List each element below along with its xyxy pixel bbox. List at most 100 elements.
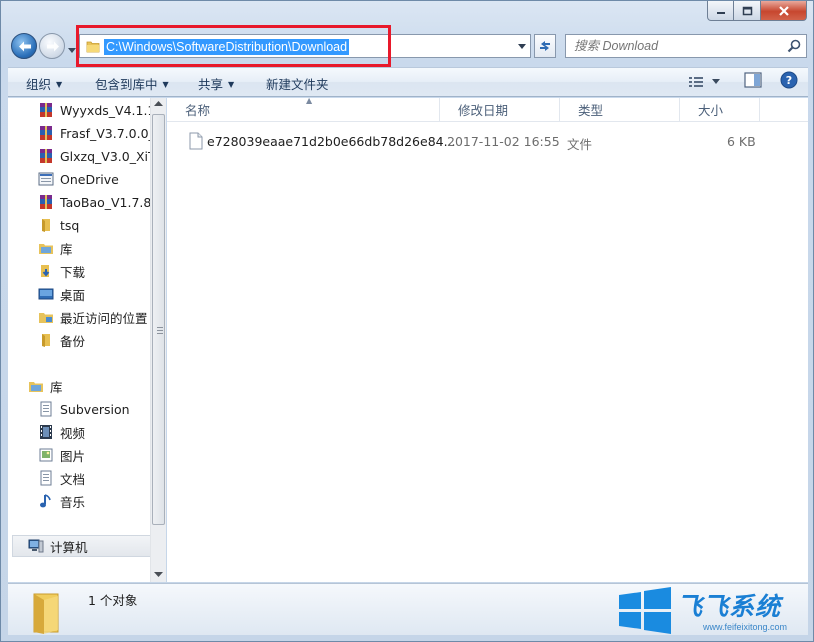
nav-item-label: tsq [60, 217, 80, 233]
minimize-icon [716, 11, 725, 14]
item-count: 1 个对象 [88, 593, 138, 608]
winrar-archive-icon [40, 195, 52, 209]
nav-item-videos[interactable]: 视频 [38, 422, 150, 442]
share-label: 共享 [198, 77, 224, 92]
watermark-url: www.feifeixitong.com [703, 622, 788, 632]
organize-menu[interactable]: 组织 ▼ [26, 74, 62, 93]
nav-item-music[interactable]: 音乐 [38, 491, 150, 511]
maximize-icon [742, 6, 752, 15]
folder-icon [33, 593, 59, 634]
nav-item-label: Frasf_V3.7.0.0_X [60, 125, 150, 141]
nav-item-label: Glxzq_V3.0_XiTo [60, 148, 150, 164]
window-controls [707, 1, 807, 21]
chevron-down-icon [712, 79, 720, 84]
change-view-button[interactable] [688, 75, 720, 89]
nav-item-desktop[interactable]: 桌面 [38, 284, 150, 304]
help-button[interactable]: ? [780, 71, 798, 92]
back-arrow-icon [19, 41, 31, 52]
chevron-down-icon [518, 43, 526, 49]
nav-group-label: 库 [50, 379, 63, 395]
view-controls: ? [688, 71, 798, 92]
explorer-window: C:\Windows\SoftwareDistribution\Download… [0, 0, 814, 642]
column-headers: 名称 ▲ 修改日期 类型 大小 [167, 96, 808, 122]
forward-button[interactable] [39, 33, 65, 59]
nav-item-pictures[interactable]: 图片 [38, 445, 150, 465]
chevron-down-icon: ▼ [228, 80, 235, 89]
nav-item-label: Subversion [60, 401, 130, 417]
column-header-type[interactable]: 类型 [560, 98, 680, 122]
picture-library-icon [39, 448, 53, 462]
include-in-library-menu[interactable]: 包含到库中 ▼ [95, 74, 169, 93]
winrar-archive-icon [40, 149, 52, 163]
preview-pane-button[interactable] [744, 72, 762, 91]
scroll-down-arrow-icon[interactable] [154, 572, 163, 578]
search-box[interactable] [565, 34, 807, 58]
recent-pages-dropdown[interactable] [68, 43, 76, 57]
nav-group-libraries[interactable]: 库 [28, 376, 140, 396]
file-icon [189, 132, 203, 150]
nav-item-label: 最近访问的位置 [60, 310, 148, 326]
nav-group-computer[interactable]: 计算机 [28, 536, 140, 556]
close-icon [778, 5, 789, 16]
nav-item-downloads[interactable]: 下载 [38, 261, 150, 281]
nav-item-label: 库 [60, 241, 73, 257]
command-bar: 组织 ▼ 包含到库中 ▼ 共享 ▼ 新建文件夹 ? [8, 67, 808, 97]
desktop-icon [38, 288, 54, 300]
nav-item-backup[interactable]: 备份 [38, 330, 150, 350]
share-menu[interactable]: 共享 ▼ [198, 74, 234, 93]
column-header-name[interactable]: 名称 [167, 98, 440, 122]
watermark: 飞飞系统 www.feifeixitong.com [609, 585, 809, 639]
column-header-date[interactable]: 修改日期 [440, 98, 560, 122]
grip-icon [157, 327, 163, 334]
nav-item-label: 音乐 [60, 494, 86, 510]
refresh-button[interactable] [534, 34, 556, 58]
nav-item-documents[interactable]: 文档 [38, 468, 150, 488]
include-in-library-label: 包含到库中 [95, 77, 158, 92]
folder-icon [42, 219, 50, 232]
svg-text:?: ? [786, 74, 792, 87]
windows-logo-icon [619, 587, 671, 634]
scroll-up-arrow-icon[interactable] [154, 101, 163, 107]
column-size-label: 大小 [698, 103, 724, 118]
column-header-size[interactable]: 大小 [680, 98, 760, 122]
nav-item-frasf[interactable]: Frasf_V3.7.0.0_X [38, 123, 150, 143]
nav-item-label: 下载 [60, 264, 86, 280]
nav-item-label: 文档 [60, 471, 86, 487]
minimize-button[interactable] [707, 1, 734, 21]
address-history-dropdown[interactable] [514, 35, 530, 57]
highlight-annotation-box [76, 25, 391, 67]
nav-item-library[interactable]: 库 [38, 238, 150, 258]
nav-item-taobao[interactable]: TaoBao_V1.7.8. [38, 192, 150, 212]
sort-ascending-icon: ▲ [306, 96, 313, 105]
folder-icon [42, 334, 50, 347]
scrollbar-thumb[interactable] [152, 114, 165, 525]
navpane-scrollbar[interactable] [150, 98, 166, 582]
nav-item-glxzq[interactable]: Glxzq_V3.0_XiTo [38, 146, 150, 166]
file-row[interactable]: e728039eaae71d2b0e66db78d26e84... 2017-1… [167, 130, 808, 152]
search-icon[interactable] [787, 39, 801, 53]
maximize-button[interactable] [734, 1, 761, 21]
nav-item-onedrive[interactable]: OneDrive [38, 169, 150, 189]
preview-pane-icon [744, 72, 762, 88]
forward-arrow-icon [47, 41, 59, 52]
navigation-pane: Wyyxds_V4.1.1.1 Frasf_V3.7.0.0_X Glxzq_V… [8, 98, 166, 582]
search-input[interactable] [566, 35, 776, 57]
nav-item-label: 桌面 [60, 287, 86, 303]
organize-label: 组织 [26, 77, 52, 92]
file-name: e728039eaae71d2b0e66db78d26e84... [207, 134, 456, 149]
file-type: 文件 [567, 137, 593, 152]
nav-item-tsq[interactable]: tsq [38, 215, 150, 235]
nav-item-label: OneDrive [60, 171, 119, 187]
file-date: 2017-11-02 16:55 [447, 134, 560, 149]
back-button[interactable] [11, 33, 37, 59]
nav-item-recent-places[interactable]: 最近访问的位置 [38, 307, 150, 327]
watermark-title: 飞飞系统 [677, 592, 782, 621]
winrar-archive-icon [40, 126, 52, 140]
nav-item-wyyxds[interactable]: Wyyxds_V4.1.1.1 [38, 100, 150, 120]
document-library-icon [40, 401, 52, 417]
nav-item-subversion[interactable]: Subversion [38, 399, 150, 419]
column-type-label: 类型 [578, 103, 604, 118]
file-list: 名称 ▲ 修改日期 类型 大小 e728039eaae71d2b0e66db78… [167, 96, 808, 582]
new-folder-button[interactable]: 新建文件夹 [266, 74, 329, 93]
close-button[interactable] [761, 1, 807, 21]
